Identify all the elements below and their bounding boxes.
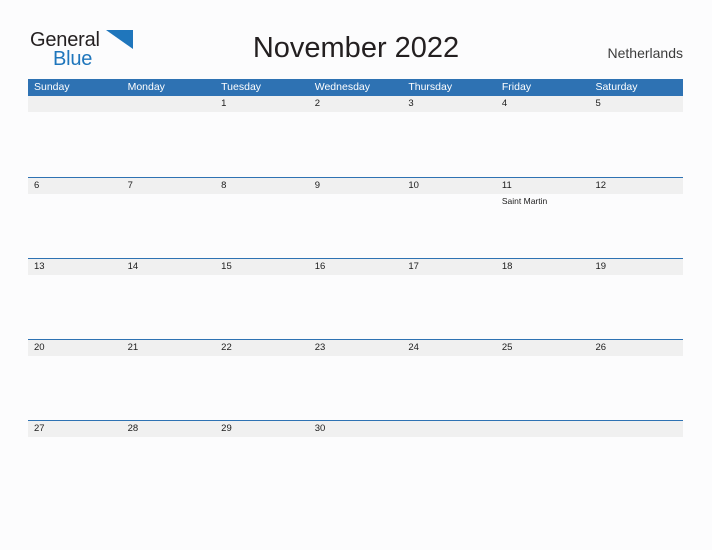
day-number[interactable]: 5: [589, 96, 683, 112]
day-number[interactable]: 2: [309, 96, 403, 112]
week-row: 1 2 3 4 5: [28, 96, 683, 177]
day-cell[interactable]: [28, 112, 122, 177]
day-cell[interactable]: Saint Martin: [496, 194, 590, 259]
page-header: General Blue November 2022 Netherlands: [0, 0, 712, 70]
day-cell[interactable]: [122, 112, 216, 177]
day-number[interactable]: 30: [309, 421, 403, 437]
day-cell[interactable]: [28, 437, 122, 502]
day-cell[interactable]: [402, 112, 496, 177]
day-cell[interactable]: [309, 194, 403, 259]
weekday-header-row: Sunday Monday Tuesday Wednesday Thursday…: [28, 79, 683, 96]
day-number[interactable]: 12: [589, 178, 683, 194]
weekday-wednesday: Wednesday: [314, 81, 370, 93]
day-cell[interactable]: [402, 275, 496, 340]
day-number[interactable]: 19: [589, 259, 683, 275]
day-number[interactable]: 6: [28, 178, 122, 194]
day-number[interactable]: 9: [309, 178, 403, 194]
week-row: 6 7 8 9 10 11 12 Saint Martin: [28, 177, 683, 258]
day-number[interactable]: 17: [402, 259, 496, 275]
week-date-band: 6 7 8 9 10 11 12: [28, 177, 683, 194]
week-row: 27 28 29 30: [28, 420, 683, 501]
day-number[interactable]: 4: [496, 96, 590, 112]
day-cell[interactable]: [402, 356, 496, 421]
calendar-grid: Sunday Monday Tuesday Wednesday Thursday…: [28, 79, 683, 501]
day-cell[interactable]: [28, 356, 122, 421]
day-cell[interactable]: [309, 112, 403, 177]
country-label: Netherlands: [607, 45, 684, 61]
day-number[interactable]: 22: [215, 340, 309, 356]
day-number[interactable]: [589, 421, 683, 437]
day-number[interactable]: 16: [309, 259, 403, 275]
day-cell[interactable]: [309, 356, 403, 421]
day-cell[interactable]: [309, 275, 403, 340]
day-cell[interactable]: [589, 194, 683, 259]
day-number[interactable]: [28, 96, 122, 112]
day-number[interactable]: [496, 421, 590, 437]
holiday-label: Saint Martin: [501, 196, 548, 206]
day-number[interactable]: [122, 96, 216, 112]
day-cell[interactable]: [589, 437, 683, 502]
week-events-row: [28, 275, 683, 340]
day-cell[interactable]: [28, 275, 122, 340]
day-cell[interactable]: [215, 194, 309, 259]
day-number[interactable]: 29: [215, 421, 309, 437]
day-cell[interactable]: [122, 437, 216, 502]
day-number[interactable]: [402, 421, 496, 437]
week-events-row: [28, 356, 683, 421]
day-number[interactable]: 14: [122, 259, 216, 275]
day-cell[interactable]: [215, 356, 309, 421]
day-number[interactable]: 21: [122, 340, 216, 356]
day-cell[interactable]: [122, 275, 216, 340]
day-cell[interactable]: [496, 437, 590, 502]
day-number[interactable]: 3: [402, 96, 496, 112]
day-number[interactable]: 24: [402, 340, 496, 356]
week-date-band: 27 28 29 30: [28, 420, 683, 437]
day-number[interactable]: 8: [215, 178, 309, 194]
day-cell[interactable]: [215, 437, 309, 502]
weekday-thursday: Thursday: [408, 81, 453, 93]
day-cell[interactable]: [28, 194, 122, 259]
day-number[interactable]: 28: [122, 421, 216, 437]
day-number[interactable]: 25: [496, 340, 590, 356]
day-number[interactable]: 18: [496, 259, 590, 275]
day-cell[interactable]: [589, 275, 683, 340]
weekday-sunday: Sunday: [34, 81, 70, 93]
day-cell[interactable]: [589, 112, 683, 177]
day-number[interactable]: 1: [215, 96, 309, 112]
day-cell[interactable]: [309, 437, 403, 502]
day-cell[interactable]: [122, 356, 216, 421]
day-cell[interactable]: [215, 275, 309, 340]
day-number[interactable]: 23: [309, 340, 403, 356]
week-row: 20 21 22 23 24 25 26: [28, 339, 683, 420]
weekday-tuesday: Tuesday: [221, 81, 262, 93]
weekday-friday: Friday: [501, 81, 532, 93]
day-number[interactable]: 26: [589, 340, 683, 356]
day-number[interactable]: 10: [402, 178, 496, 194]
week-events-row: Saint Martin: [28, 194, 683, 259]
week-date-band: 20 21 22 23 24 25 26: [28, 339, 683, 356]
day-number[interactable]: 15: [215, 259, 309, 275]
week-date-band: 1 2 3 4 5: [28, 96, 683, 112]
week-events-row: [28, 437, 683, 502]
day-cell[interactable]: [496, 275, 590, 340]
week-events-row: [28, 112, 683, 177]
day-number[interactable]: 13: [28, 259, 122, 275]
day-cell[interactable]: [496, 356, 590, 421]
day-cell[interactable]: [402, 194, 496, 259]
weekday-monday: Monday: [127, 81, 165, 93]
day-number[interactable]: 7: [122, 178, 216, 194]
day-number[interactable]: 20: [28, 340, 122, 356]
day-cell[interactable]: [122, 194, 216, 259]
day-cell[interactable]: [496, 112, 590, 177]
week-date-band: 13 14 15 16 17 18 19: [28, 258, 683, 275]
page-title: November 2022: [252, 32, 460, 64]
weekday-saturday: Saturday: [595, 81, 638, 93]
day-number[interactable]: 27: [28, 421, 122, 437]
day-cell[interactable]: [402, 437, 496, 502]
day-number[interactable]: 11: [496, 178, 590, 194]
week-row: 13 14 15 16 17 18 19: [28, 258, 683, 339]
day-cell[interactable]: [589, 356, 683, 421]
day-cell[interactable]: [215, 112, 309, 177]
